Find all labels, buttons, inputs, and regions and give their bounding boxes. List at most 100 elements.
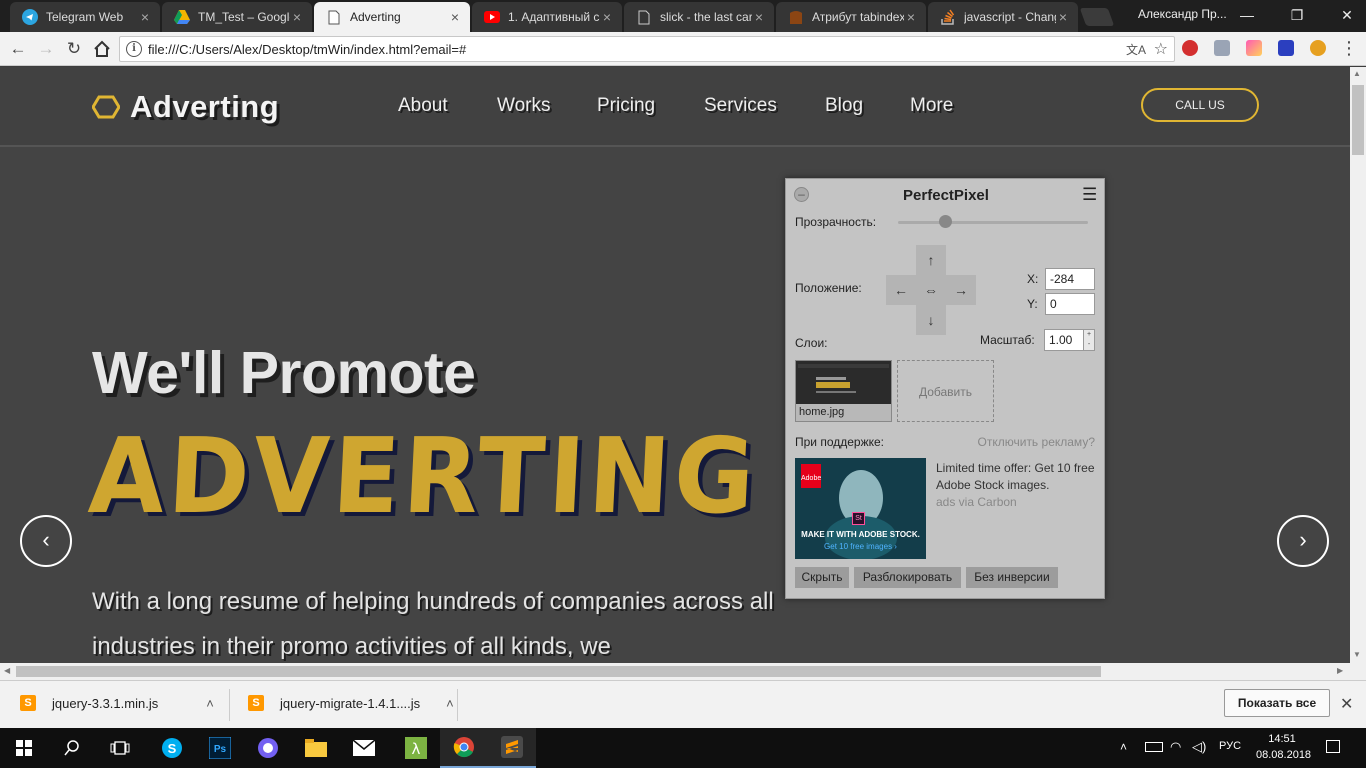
lambda-app-icon[interactable]: λ bbox=[392, 728, 440, 768]
vertical-scrollbar[interactable]: ▲ ▼ bbox=[1350, 67, 1366, 663]
tab-google-drive[interactable]: TM_Test – Google × bbox=[162, 2, 312, 32]
call-us-button[interactable]: CALL US bbox=[1141, 88, 1259, 122]
scroll-down-icon[interactable]: ▼ bbox=[1353, 650, 1361, 659]
file-explorer-icon[interactable] bbox=[292, 728, 340, 768]
horizontal-scroll-thumb[interactable] bbox=[16, 666, 1101, 677]
ad-image[interactable]: Adobe St MAKE IT WITH ADOBE STOCK. Get 1… bbox=[795, 458, 926, 559]
arrow-up-icon[interactable]: ↑ bbox=[917, 246, 945, 274]
wifi-icon[interactable]: ◠ bbox=[1170, 739, 1181, 755]
close-tab-icon[interactable]: × bbox=[600, 10, 614, 24]
download-item[interactable]: S jquery-migrate-1.4.1....js ˄ bbox=[248, 695, 454, 711]
scale-stepper[interactable]: + - bbox=[1083, 329, 1095, 351]
close-tab-icon[interactable]: × bbox=[904, 10, 918, 24]
forward-icon[interactable]: → bbox=[34, 37, 58, 61]
close-tab-icon[interactable]: × bbox=[290, 10, 304, 24]
nav-pricing[interactable]: Pricing bbox=[597, 95, 655, 117]
scale-input[interactable]: 1.00 bbox=[1044, 329, 1084, 351]
close-tab-icon[interactable]: × bbox=[138, 10, 152, 24]
adblock-icon[interactable] bbox=[1182, 40, 1198, 56]
back-icon[interactable]: ← bbox=[6, 37, 30, 61]
close-tab-icon[interactable]: × bbox=[752, 10, 766, 24]
close-downloads-icon[interactable]: ✕ bbox=[1340, 694, 1353, 714]
task-view-icon[interactable] bbox=[96, 728, 144, 768]
browser-toolbar: ← → ↻ i file:///C:/Users/Alex/Desktop/tm… bbox=[0, 32, 1366, 66]
close-window-icon[interactable]: ✕ bbox=[1332, 4, 1362, 26]
profile-name[interactable]: Александр Пр... bbox=[1138, 7, 1227, 21]
ad-text[interactable]: Limited time offer: Get 10 free Adobe St… bbox=[936, 460, 1096, 511]
x-input[interactable]: -284 bbox=[1045, 268, 1095, 290]
scroll-left-icon[interactable]: ◀ bbox=[4, 666, 10, 675]
windows-start-icon[interactable] bbox=[0, 728, 48, 768]
battery-icon[interactable] bbox=[1145, 742, 1163, 752]
svg-text:λ: λ bbox=[412, 740, 421, 758]
owl-extension-icon[interactable] bbox=[1310, 40, 1326, 56]
new-tab-button[interactable] bbox=[1079, 8, 1115, 26]
clock[interactable]: 14:51 08.08.2018 bbox=[1256, 731, 1311, 763]
tab-title: Telegram Web bbox=[46, 10, 124, 24]
layer-thumbnail[interactable]: home.jpg bbox=[795, 360, 892, 422]
scroll-up-icon[interactable]: ▲ bbox=[1353, 69, 1361, 78]
restore-window-icon[interactable]: ❐ bbox=[1282, 4, 1312, 26]
center-arrows-icon[interactable]: ⇔ bbox=[917, 276, 945, 304]
tab-youtube[interactable]: 1. Адаптивный са × bbox=[472, 2, 622, 32]
sublime-text-icon[interactable] bbox=[488, 728, 536, 768]
htmlbook-icon bbox=[788, 9, 804, 25]
home-icon[interactable] bbox=[90, 37, 114, 61]
mail-icon[interactable] bbox=[340, 728, 388, 768]
photoshop-icon[interactable]: Ps bbox=[196, 728, 244, 768]
nav-blog[interactable]: Blog bbox=[825, 95, 863, 117]
unlock-button[interactable]: Разблокировать bbox=[854, 567, 961, 588]
arrow-left-icon[interactable]: ← bbox=[887, 276, 915, 304]
tab-htmlbook[interactable]: Атрибут tabindex × bbox=[776, 2, 926, 32]
add-layer-button[interactable]: Добавить bbox=[897, 360, 994, 422]
nav-more[interactable]: More bbox=[910, 95, 953, 117]
slider-prev-button[interactable]: ‹ bbox=[20, 515, 72, 567]
show-all-button[interactable]: Показать все bbox=[1224, 689, 1330, 717]
chrome-icon[interactable] bbox=[440, 728, 488, 768]
colorzilla-icon[interactable] bbox=[1246, 40, 1262, 56]
minimize-window-icon[interactable]: — bbox=[1232, 4, 1262, 26]
chevron-up-icon[interactable]: ˄ bbox=[446, 696, 454, 711]
hamburger-menu-icon[interactable]: ☰ bbox=[1082, 185, 1097, 205]
tab-slick[interactable]: slick - the last car × bbox=[624, 2, 774, 32]
close-tab-icon[interactable]: × bbox=[448, 10, 462, 24]
info-icon[interactable]: i bbox=[126, 41, 142, 57]
scroll-right-icon[interactable]: ▶ bbox=[1337, 666, 1343, 675]
shield-icon[interactable] bbox=[1214, 40, 1230, 56]
tab-stackoverflow[interactable]: javascript - Chang × bbox=[928, 2, 1078, 32]
tab-telegram[interactable]: Telegram Web × bbox=[10, 2, 160, 32]
hero-paragraph: With a long resume of helping hundreds o… bbox=[92, 588, 774, 660]
reload-icon[interactable]: ↻ bbox=[62, 37, 86, 61]
search-icon[interactable] bbox=[48, 728, 96, 768]
nav-works[interactable]: Works bbox=[497, 95, 550, 117]
vertical-scroll-thumb[interactable] bbox=[1352, 85, 1364, 155]
slider-next-button[interactable]: › bbox=[1277, 515, 1329, 567]
action-center-icon[interactable] bbox=[1326, 740, 1340, 753]
close-tab-icon[interactable]: × bbox=[1056, 10, 1070, 24]
bookmark-star-icon[interactable]: ☆ bbox=[1154, 39, 1168, 59]
skype-icon[interactable]: S bbox=[148, 728, 196, 768]
browser-menu-icon[interactable]: ⋮ bbox=[1340, 38, 1358, 59]
viber-icon[interactable] bbox=[244, 728, 292, 768]
opacity-slider[interactable] bbox=[898, 221, 1088, 224]
nav-services[interactable]: Services bbox=[704, 95, 777, 117]
site-logo[interactable]: Adverting bbox=[92, 89, 279, 125]
download-item[interactable]: S jquery-3.3.1.min.js ˄ bbox=[20, 695, 214, 711]
tab-adverting[interactable]: Adverting × bbox=[314, 2, 470, 32]
chevron-up-icon[interactable]: ˄ bbox=[206, 696, 214, 711]
language-indicator[interactable]: РУС bbox=[1219, 740, 1241, 752]
arrow-down-icon[interactable]: ↓ bbox=[917, 306, 945, 334]
nav-about[interactable]: About bbox=[398, 95, 448, 117]
opacity-slider-handle[interactable] bbox=[939, 215, 952, 228]
disable-ads-link[interactable]: Отключить рекламу? bbox=[978, 435, 1095, 449]
hide-button[interactable]: Скрыть bbox=[795, 567, 849, 588]
volume-icon[interactable]: ◁) bbox=[1192, 739, 1206, 755]
pixel-ruler-icon[interactable] bbox=[1278, 40, 1294, 56]
address-bar[interactable]: i file:///C:/Users/Alex/Desktop/tmWin/in… bbox=[119, 36, 1175, 62]
horizontal-scrollbar[interactable]: ◀ ▶ bbox=[0, 663, 1366, 680]
arrow-right-icon[interactable]: → bbox=[947, 276, 975, 304]
no-inversion-button[interactable]: Без инверсии bbox=[966, 567, 1058, 588]
translate-icon[interactable]: 文A bbox=[1126, 41, 1146, 58]
y-input[interactable]: 0 bbox=[1045, 293, 1095, 315]
tray-chevron-icon[interactable]: ˄ bbox=[1120, 740, 1127, 754]
